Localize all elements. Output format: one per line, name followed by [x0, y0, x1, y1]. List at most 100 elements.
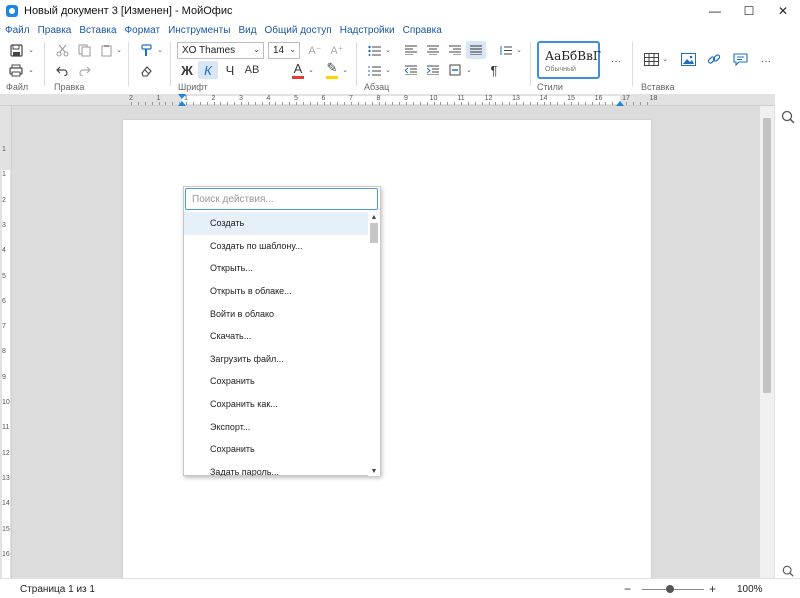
menu-file[interactable]: Файл [5, 25, 30, 36]
link-icon[interactable] [704, 50, 724, 68]
group-label-font: Шрифт [178, 82, 208, 92]
ruler-tick [227, 102, 229, 105]
bottom-search-icon[interactable] [782, 565, 794, 577]
popup-scroll-down-icon[interactable]: ▼ [368, 466, 380, 476]
ruler-tick [261, 102, 263, 105]
paste-icon[interactable] [96, 41, 116, 59]
align-justify-icon[interactable] [466, 41, 486, 59]
zoom-in-button[interactable]: + [709, 582, 716, 596]
popup-scroll-up-icon[interactable]: ▲ [368, 212, 380, 222]
popup-scroll-thumb[interactable] [370, 223, 378, 243]
menu-tools[interactable]: Инструменты [168, 25, 230, 36]
underline-button[interactable]: Ч [220, 61, 240, 79]
numbered-list-dropdown-icon[interactable]: ⌄ [383, 61, 393, 79]
pilcrow-icon[interactable]: ¶ [484, 61, 504, 79]
ruler-tick [509, 102, 511, 105]
style-normal-card[interactable]: АаБбВвГ Обычный [537, 41, 601, 79]
redo-icon[interactable] [74, 61, 94, 79]
zoom-slider-handle[interactable] [666, 585, 674, 593]
print-icon[interactable] [6, 61, 26, 79]
styles-more-button[interactable]: ··· [606, 52, 626, 70]
image-icon[interactable] [678, 50, 698, 68]
vertical-align-dropdown-icon[interactable]: ⌄ [464, 61, 474, 79]
eraser-icon[interactable] [136, 61, 156, 79]
undo-icon[interactable] [52, 61, 72, 79]
menu-help[interactable]: Справка [403, 25, 442, 36]
command-item[interactable]: Сохранить [184, 438, 368, 461]
close-button[interactable]: ✕ [766, 0, 800, 22]
paint-dropdown-icon[interactable]: ⌄ [155, 41, 165, 59]
align-left-icon[interactable] [401, 41, 421, 59]
print-dropdown-icon[interactable]: ⌄ [26, 61, 36, 79]
numbered-list-icon[interactable] [364, 61, 384, 79]
first-line-indent-marker[interactable] [178, 94, 186, 99]
zoom-out-button[interactable]: − [624, 582, 631, 596]
save-icon[interactable] [6, 41, 26, 59]
indent-increase-icon[interactable] [423, 61, 443, 79]
command-item[interactable]: Скачать... [184, 325, 368, 348]
vertical-scrollbar[interactable] [760, 106, 774, 578]
command-item[interactable]: Экспорт... [184, 415, 368, 438]
format-painter-icon[interactable] [136, 41, 156, 59]
search-icon[interactable] [781, 110, 795, 124]
line-spacing-icon[interactable] [495, 41, 515, 59]
font-name-select[interactable]: XO Thames ⌄ [177, 42, 264, 59]
italic-button[interactable]: К [198, 61, 218, 79]
group-label-file: Файл [6, 82, 29, 92]
font-grow-icon[interactable]: A⁺ [327, 41, 347, 59]
command-item[interactable]: Создать по шаблону... [184, 235, 368, 258]
maximize-button[interactable]: ☐ [732, 0, 766, 22]
highlight-dropdown-icon[interactable]: ⌄ [340, 61, 350, 79]
comment-icon[interactable] [730, 50, 750, 68]
menu-view[interactable]: Вид [238, 25, 256, 36]
insert-more-button[interactable]: ··· [756, 52, 776, 70]
menu-share[interactable]: Общий доступ [265, 25, 332, 36]
indent-decrease-icon[interactable] [401, 61, 421, 79]
highlight-icon[interactable]: ✎ [322, 59, 342, 77]
vertical-ruler[interactable]: 1 1 2 3 4 5 6 7 8 9 10 11 12 13 14 15 16 [0, 106, 12, 578]
font-color-icon[interactable]: A [288, 59, 308, 77]
caps-button[interactable]: АВ [242, 61, 262, 79]
align-right-icon[interactable] [445, 41, 465, 59]
vruler-number: 10 [2, 399, 10, 406]
command-item[interactable]: Открыть в облаке... [184, 280, 368, 303]
vertical-align-icon[interactable] [445, 61, 465, 79]
menu-format[interactable]: Формат [125, 25, 161, 36]
command-item[interactable]: Задать пароль... [184, 461, 368, 476]
copy-icon[interactable] [74, 41, 94, 59]
table-icon[interactable] [641, 50, 661, 68]
command-item[interactable]: Создать [184, 212, 368, 235]
command-item[interactable]: Сохранить как... [184, 393, 368, 416]
bold-button[interactable]: Ж [177, 61, 197, 79]
command-item[interactable]: Сохранить [184, 370, 368, 393]
bullet-list-dropdown-icon[interactable]: ⌄ [383, 41, 393, 59]
horizontal-ruler[interactable]: 2 1 1 2 3 4 5 6 7 8 9 10 11 12 13 14 15 16 17 18 [0, 94, 800, 106]
font-name-dropdown-icon: ⌄ [253, 45, 260, 54]
bullet-list-icon[interactable] [364, 41, 384, 59]
save-dropdown-icon[interactable]: ⌄ [26, 41, 36, 59]
scrollbar-thumb[interactable] [763, 118, 771, 393]
cut-icon[interactable] [52, 41, 72, 59]
font-shrink-icon[interactable]: A⁻ [305, 41, 325, 59]
menu-edit[interactable]: Правка [38, 25, 72, 36]
vruler-number: 12 [2, 449, 10, 457]
action-search-input[interactable] [185, 188, 378, 210]
minimize-button[interactable]: — [698, 0, 732, 22]
command-search-popup: Создать Создать по шаблону... Открыть...… [183, 186, 381, 476]
popup-scrollbar[interactable]: ▲ ▼ [368, 212, 380, 476]
command-item[interactable]: Открыть... [184, 257, 368, 280]
ruler-tick [351, 102, 352, 105]
zoom-level[interactable]: 100% [737, 584, 763, 595]
command-item[interactable]: Загрузить файл... [184, 348, 368, 371]
menu-insert[interactable]: Вставка [79, 25, 116, 36]
line-spacing-dropdown-icon[interactable]: ⌄ [514, 41, 524, 59]
font-color-dropdown-icon[interactable]: ⌄ [306, 61, 316, 79]
menu-addons[interactable]: Надстройки [340, 25, 395, 36]
table-dropdown-icon[interactable]: ⌄ [660, 50, 670, 68]
font-size-select[interactable]: 14 ⌄ [268, 42, 300, 59]
ruler-tick [220, 102, 222, 105]
toolbar-separator [530, 42, 531, 86]
command-item[interactable]: Войти в облако [184, 302, 368, 325]
align-center-icon[interactable] [423, 41, 443, 59]
paste-dropdown-icon[interactable]: ⌄ [114, 41, 124, 59]
